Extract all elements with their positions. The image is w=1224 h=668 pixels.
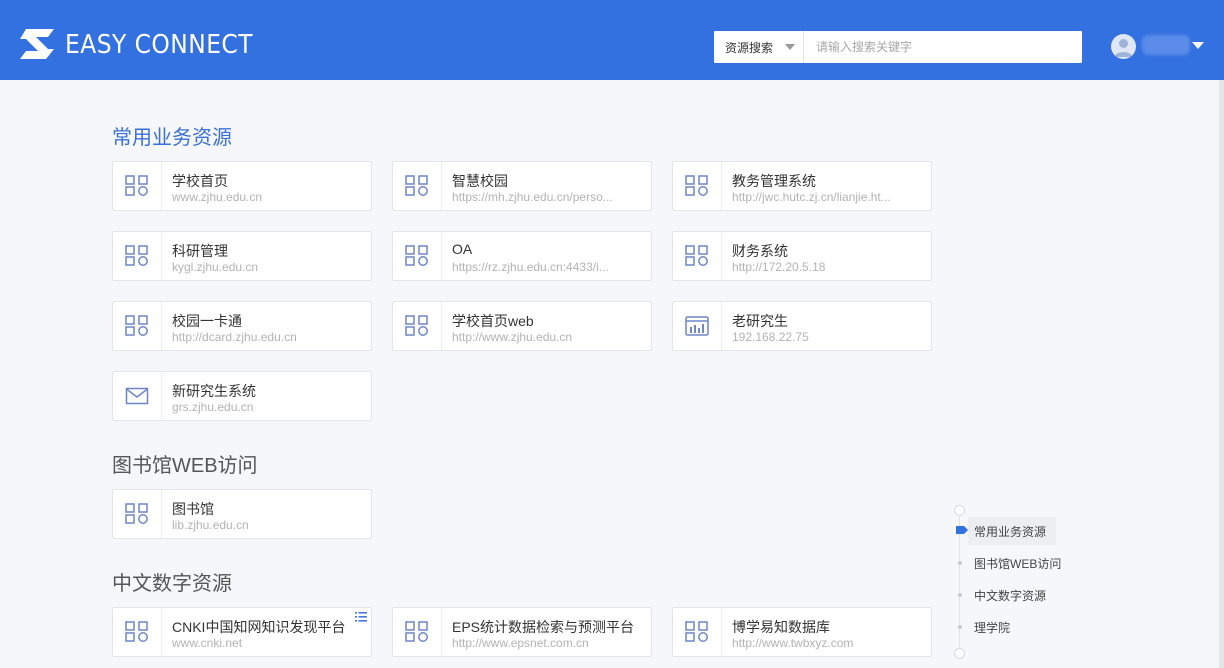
search-input[interactable] <box>804 31 1082 63</box>
grid-icon <box>125 315 148 336</box>
resource-card-cnki[interactable]: CNKI中国知网知识发现平台 www.cnki.net <box>112 607 372 657</box>
resource-card-academic-affairs[interactable]: 教务管理系统 http://jwc.hutc.zj.cn/lianjie.ht.… <box>672 161 932 211</box>
resource-url: http://www.epsnet.com.cn <box>452 636 589 650</box>
resource-url: https://mh.zjhu.edu.cn/perso... <box>452 190 613 204</box>
user-name-blurred[interactable] <box>1142 35 1190 55</box>
grid-icon <box>125 175 148 196</box>
resource-url: https://rz.zjhu.edu.cn:4433/i... <box>452 260 609 274</box>
resource-card-school-home[interactable]: 学校首页 www.zjhu.edu.cn <box>112 161 372 211</box>
resource-name: EPS统计数据检索与预测平台 <box>452 619 635 635</box>
resource-name: OA <box>452 241 473 257</box>
chart-icon <box>685 316 709 336</box>
resource-url: http://jwc.hutc.zj.cn/lianjie.ht... <box>732 190 891 204</box>
caret-down-icon <box>785 44 795 50</box>
resource-url: http://dcard.zjhu.edu.cn <box>172 330 297 344</box>
resource-card-new-graduate-system[interactable]: 新研究生系统 grs.zjhu.edu.cn <box>112 371 372 421</box>
easyconnect-logo-icon <box>20 29 54 59</box>
resource-card-boxueyizhi[interactable]: 博学易知数据库 http://www.twbxyz.com <box>672 607 932 657</box>
user-icon <box>1114 39 1133 57</box>
active-marker-icon <box>956 526 968 534</box>
section-title-common-resources: 常用业务资源 <box>112 127 232 149</box>
resource-url: www.cnki.net <box>172 636 243 650</box>
section-title-library-web: 图书馆WEB访问 <box>112 455 258 477</box>
anchor-nav: 常用业务资源 图书馆WEB访问 中文数字资源 理学院 <box>950 505 1070 660</box>
resource-url: http://www.zjhu.edu.cn <box>452 330 573 344</box>
resource-url: http://www.twbxyz.com <box>732 636 854 650</box>
resource-url: 192.168.22.75 <box>732 330 809 344</box>
grid-icon <box>685 621 708 642</box>
grid-icon <box>685 175 708 196</box>
resource-url: http://172.20.5.18 <box>732 260 826 274</box>
resource-card-oa[interactable]: OA https://rz.zjhu.edu.cn:4433/i... <box>392 231 652 281</box>
grid-icon <box>125 245 148 266</box>
mail-icon <box>125 387 149 405</box>
top-bar: EASY CONNECT 资源搜索 <box>0 0 1224 80</box>
anchor-item-library-web[interactable]: 图书馆WEB访问 <box>968 549 1071 577</box>
resource-card-research-management[interactable]: 科研管理 kygl.zjhu.edu.cn <box>112 231 372 281</box>
anchor-bullet <box>958 593 962 597</box>
brand-name: EASY CONNECT <box>65 30 253 60</box>
anchor-item-chinese-digital[interactable]: 中文数字资源 <box>968 581 1056 609</box>
list-icon[interactable] <box>355 612 367 622</box>
resource-name: 博学易知数据库 <box>732 619 830 635</box>
resource-name: 学校首页web <box>452 313 534 329</box>
anchor-line <box>959 513 960 655</box>
resource-url: lib.zjhu.edu.cn <box>172 518 249 532</box>
caret-down-icon[interactable] <box>1192 42 1204 49</box>
resource-name: CNKI中国知网知识发现平台 <box>172 619 346 635</box>
resource-name: 校园一卡通 <box>172 313 242 329</box>
resource-card-eps[interactable]: EPS统计数据检索与预测平台 http://www.epsnet.com.cn <box>392 607 652 657</box>
anchor-end-dot <box>954 648 965 659</box>
grid-icon <box>125 621 148 642</box>
resource-url: www.zjhu.edu.cn <box>172 190 263 204</box>
resource-name: 学校首页 <box>172 173 228 189</box>
resource-url: grs.zjhu.edu.cn <box>172 400 254 414</box>
grid-icon <box>685 245 708 266</box>
anchor-bullet <box>958 625 962 629</box>
page-scrollbar[interactable] <box>1219 80 1224 668</box>
resource-name: 教务管理系统 <box>732 173 816 189</box>
resource-card-old-graduate[interactable]: 老研究生 192.168.22.75 <box>672 301 932 351</box>
section-title-chinese-digital: 中文数字资源 <box>112 573 232 595</box>
grid-icon <box>125 503 148 524</box>
resource-name: 新研究生系统 <box>172 383 256 399</box>
grid-icon <box>405 175 428 196</box>
anchor-bullet <box>958 561 962 565</box>
resource-name: 科研管理 <box>172 243 228 259</box>
anchor-item-common-resources[interactable]: 常用业务资源 <box>968 517 1057 545</box>
resource-card-smart-campus[interactable]: 智慧校园 https://mh.zjhu.edu.cn/perso... <box>392 161 652 211</box>
resource-name: 老研究生 <box>732 313 788 329</box>
resource-url: kygl.zjhu.edu.cn <box>172 260 259 274</box>
search-type-dropdown[interactable]: 资源搜索 <box>714 31 804 63</box>
resource-name: 智慧校园 <box>452 173 508 189</box>
grid-icon <box>405 315 428 336</box>
search-bar: 资源搜索 <box>714 31 1082 63</box>
resource-name: 图书馆 <box>172 501 214 517</box>
resource-card-campus-card[interactable]: 校园一卡通 http://dcard.zjhu.edu.cn <box>112 301 372 351</box>
resource-name: 财务系统 <box>732 243 788 259</box>
anchor-item-science-college[interactable]: 理学院 <box>968 613 1020 641</box>
user-avatar[interactable] <box>1111 34 1136 59</box>
resource-card-school-home-web[interactable]: 学校首页web http://www.zjhu.edu.cn <box>392 301 652 351</box>
anchor-start-dot <box>954 505 965 516</box>
grid-icon <box>405 621 428 642</box>
grid-icon <box>405 245 428 266</box>
search-type-label: 资源搜索 <box>725 40 774 55</box>
resource-card-library[interactable]: 图书馆 lib.zjhu.edu.cn <box>112 489 372 539</box>
resource-card-finance-system[interactable]: 财务系统 http://172.20.5.18 <box>672 231 932 281</box>
